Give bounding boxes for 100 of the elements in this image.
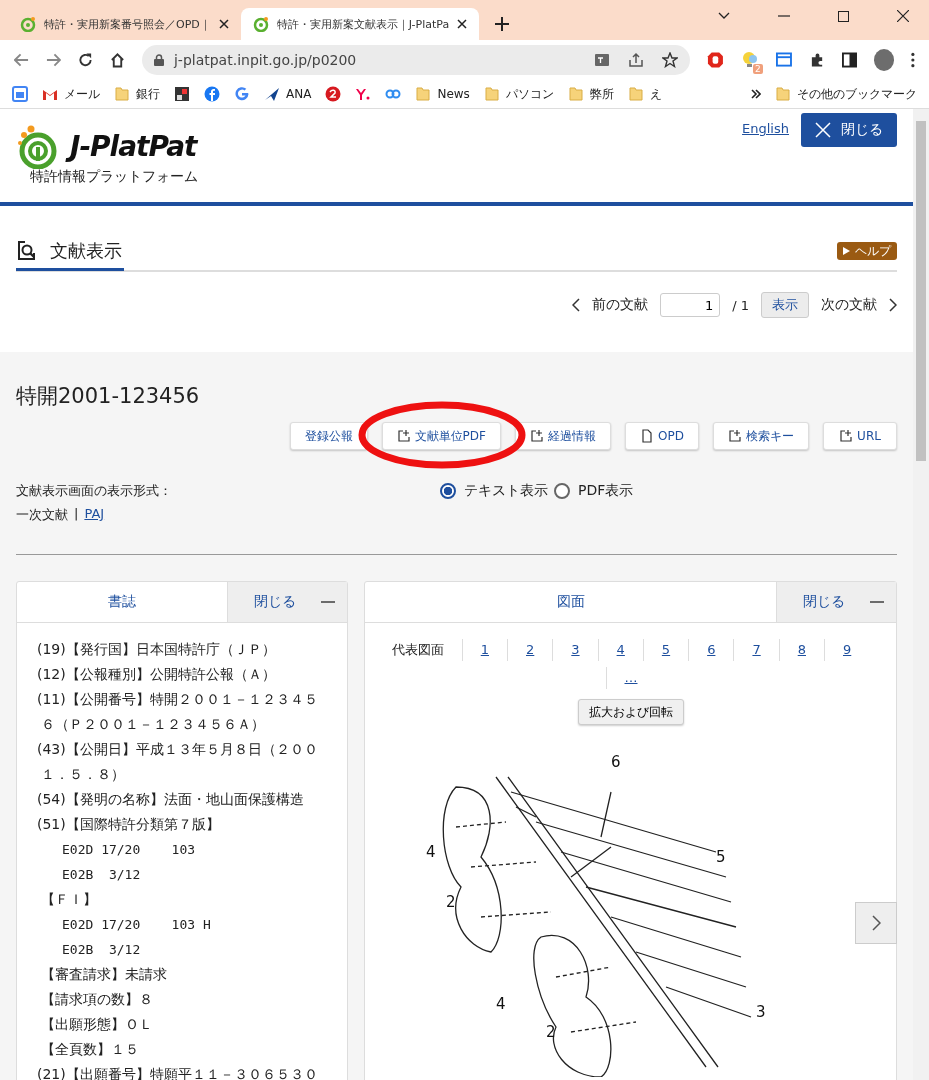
bibliography-line: (54)【発明の名称】法面・地山面保護構造: [37, 790, 305, 809]
double-chevron-icon[interactable]: [751, 89, 761, 99]
figure-link[interactable]: 1: [480, 642, 489, 657]
scrollbar[interactable]: [913, 109, 929, 1080]
star-icon[interactable]: [661, 52, 678, 68]
page-tab[interactable]: 文献表示: [16, 233, 124, 271]
chevron-right-icon: [871, 915, 881, 931]
square-logo-icon[interactable]: [174, 86, 190, 102]
chevron-left-icon: [572, 298, 581, 312]
reload-icon[interactable]: [77, 52, 93, 68]
action-button[interactable]: OPD: [625, 422, 699, 450]
external-icon: [728, 429, 741, 443]
bibliography-line: E02B 3/12: [61, 866, 142, 884]
figure-link[interactable]: 9: [843, 642, 852, 657]
bookmark[interactable]: 弊所: [567, 85, 614, 103]
help-button[interactable]: ヘルプ: [837, 242, 897, 260]
bookmark[interactable]: 銀行: [114, 85, 160, 103]
page-field[interactable]: 1: [660, 293, 721, 317]
reference-numeral: 4: [425, 843, 436, 861]
bibliography-line: (12)【公報種別】公開特許公報（Ａ）: [37, 665, 277, 684]
close-icon[interactable]: [897, 10, 909, 22]
folder-icon: [627, 86, 644, 102]
figure-link[interactable]: 6: [707, 642, 716, 657]
new-tab-icon[interactable]: [495, 17, 510, 31]
bookmark-folder[interactable]: その他のブックマーク: [775, 85, 917, 103]
action-button[interactable]: 検索キー: [713, 422, 809, 450]
bibliography-line: ６（Ｐ２００１－１２３４５６Ａ）: [40, 715, 266, 734]
separator-text: |: [74, 506, 79, 523]
page-total: / 1: [732, 297, 749, 313]
bookmark[interactable]: パソコン: [483, 85, 554, 103]
calendar-icon[interactable]: [12, 86, 28, 102]
bibliography-line: (19)【発行国】日本国特許庁（ＪＰ）: [37, 640, 277, 659]
folder-icon: [415, 86, 432, 102]
next-link[interactable]: 次の文献: [821, 296, 897, 314]
window-icon[interactable]: [775, 51, 793, 69]
panel-title: 図面: [555, 592, 586, 611]
language-label: 一次文献: [16, 506, 68, 524]
reference-numeral: 4: [495, 995, 506, 1013]
menu-icon[interactable]: [911, 52, 915, 68]
action-button[interactable]: URL: [823, 422, 897, 450]
panel-close-button[interactable]: 閉じる: [227, 582, 347, 622]
bookmark[interactable]: え: [627, 85, 662, 103]
translate-icon[interactable]: [593, 52, 610, 68]
forward-icon[interactable]: [46, 53, 61, 67]
crane-circle-icon[interactable]: [325, 86, 342, 102]
figure-link[interactable]: …: [624, 670, 638, 685]
figure-link[interactable]: 7: [752, 642, 761, 657]
radio-option[interactable]: PDF表示: [554, 482, 634, 500]
panel-title: 書誌: [107, 592, 137, 611]
radio-option[interactable]: テキスト表示: [440, 482, 548, 500]
chevron-down-icon[interactable]: [718, 12, 730, 20]
browser-tab[interactable]: 特許・実用新案番号照会／OPD｜: [8, 8, 241, 40]
hand-stop-icon[interactable]: [706, 51, 724, 69]
f-circle-icon[interactable]: [204, 86, 220, 102]
radio-icon[interactable]: [440, 483, 456, 499]
avatar[interactable]: [873, 49, 895, 71]
bibliography-line: 【ＦＩ】: [40, 890, 98, 909]
browser-tab[interactable]: 特許・実用新案文献表示｜J-PlatPa: [240, 8, 480, 40]
bibliography-line: 【請求項の数】８: [40, 990, 154, 1009]
figure-link[interactable]: 5: [661, 642, 671, 657]
bibliography-line: (43)【公開日】平成１３年５月８日（２００: [37, 740, 319, 759]
language-link[interactable]: English: [742, 121, 789, 136]
figure-link[interactable]: 4: [616, 642, 625, 657]
reference-numeral: 5: [715, 848, 726, 866]
close-icon[interactable]: [218, 19, 229, 29]
bibliography-line: １．５．８）: [40, 765, 126, 784]
close-icon[interactable]: [457, 19, 468, 29]
address-bar[interactable]: j-platpat.inpit.go.jp/p0200: [141, 45, 690, 75]
paj-link[interactable]: PAJ: [84, 506, 105, 524]
minus-icon: [870, 601, 884, 603]
radio-icon[interactable]: [554, 483, 570, 499]
show-button[interactable]: 表示: [761, 292, 809, 318]
bookmark[interactable]: メール: [42, 85, 100, 103]
g-logo-icon[interactable]: [234, 86, 250, 102]
previous-link[interactable]: 前の文献: [572, 296, 649, 314]
figure-link[interactable]: 8: [797, 642, 806, 657]
bookmark[interactable]: ANA: [264, 86, 312, 102]
home-icon[interactable]: [109, 52, 125, 68]
action-button[interactable]: 経過情報: [515, 422, 611, 450]
sidebar-icon[interactable]: [841, 52, 857, 68]
panel-close-button[interactable]: 閉じる: [776, 582, 896, 622]
maximize-icon[interactable]: [838, 10, 849, 22]
close-button[interactable]: 閉じる: [801, 113, 897, 147]
reference-numeral: 2: [445, 893, 456, 911]
zoom-rotate-button[interactable]: 拡大および回転: [577, 699, 684, 725]
action-button[interactable]: 文献単位PDF: [381, 422, 501, 450]
bibliography-line: E02B 3/12: [61, 941, 142, 959]
representative-label: 代表図面: [391, 641, 445, 659]
bookmark[interactable]: News: [415, 86, 470, 102]
document-icon: [640, 429, 654, 443]
puzzle-icon[interactable]: [809, 52, 825, 68]
share-icon[interactable]: [627, 52, 644, 68]
back-icon[interactable]: [14, 53, 29, 67]
action-button[interactable]: 登録公報: [289, 422, 368, 450]
lock-icon: [153, 54, 164, 66]
figure-link[interactable]: 2: [526, 642, 535, 657]
figure-link[interactable]: 3: [571, 642, 580, 657]
scrollbar-thumb[interactable]: [916, 121, 926, 461]
bibliography-line: E02D 17/20 103 H: [61, 916, 212, 934]
y-logo-icon[interactable]: [355, 86, 372, 102]
